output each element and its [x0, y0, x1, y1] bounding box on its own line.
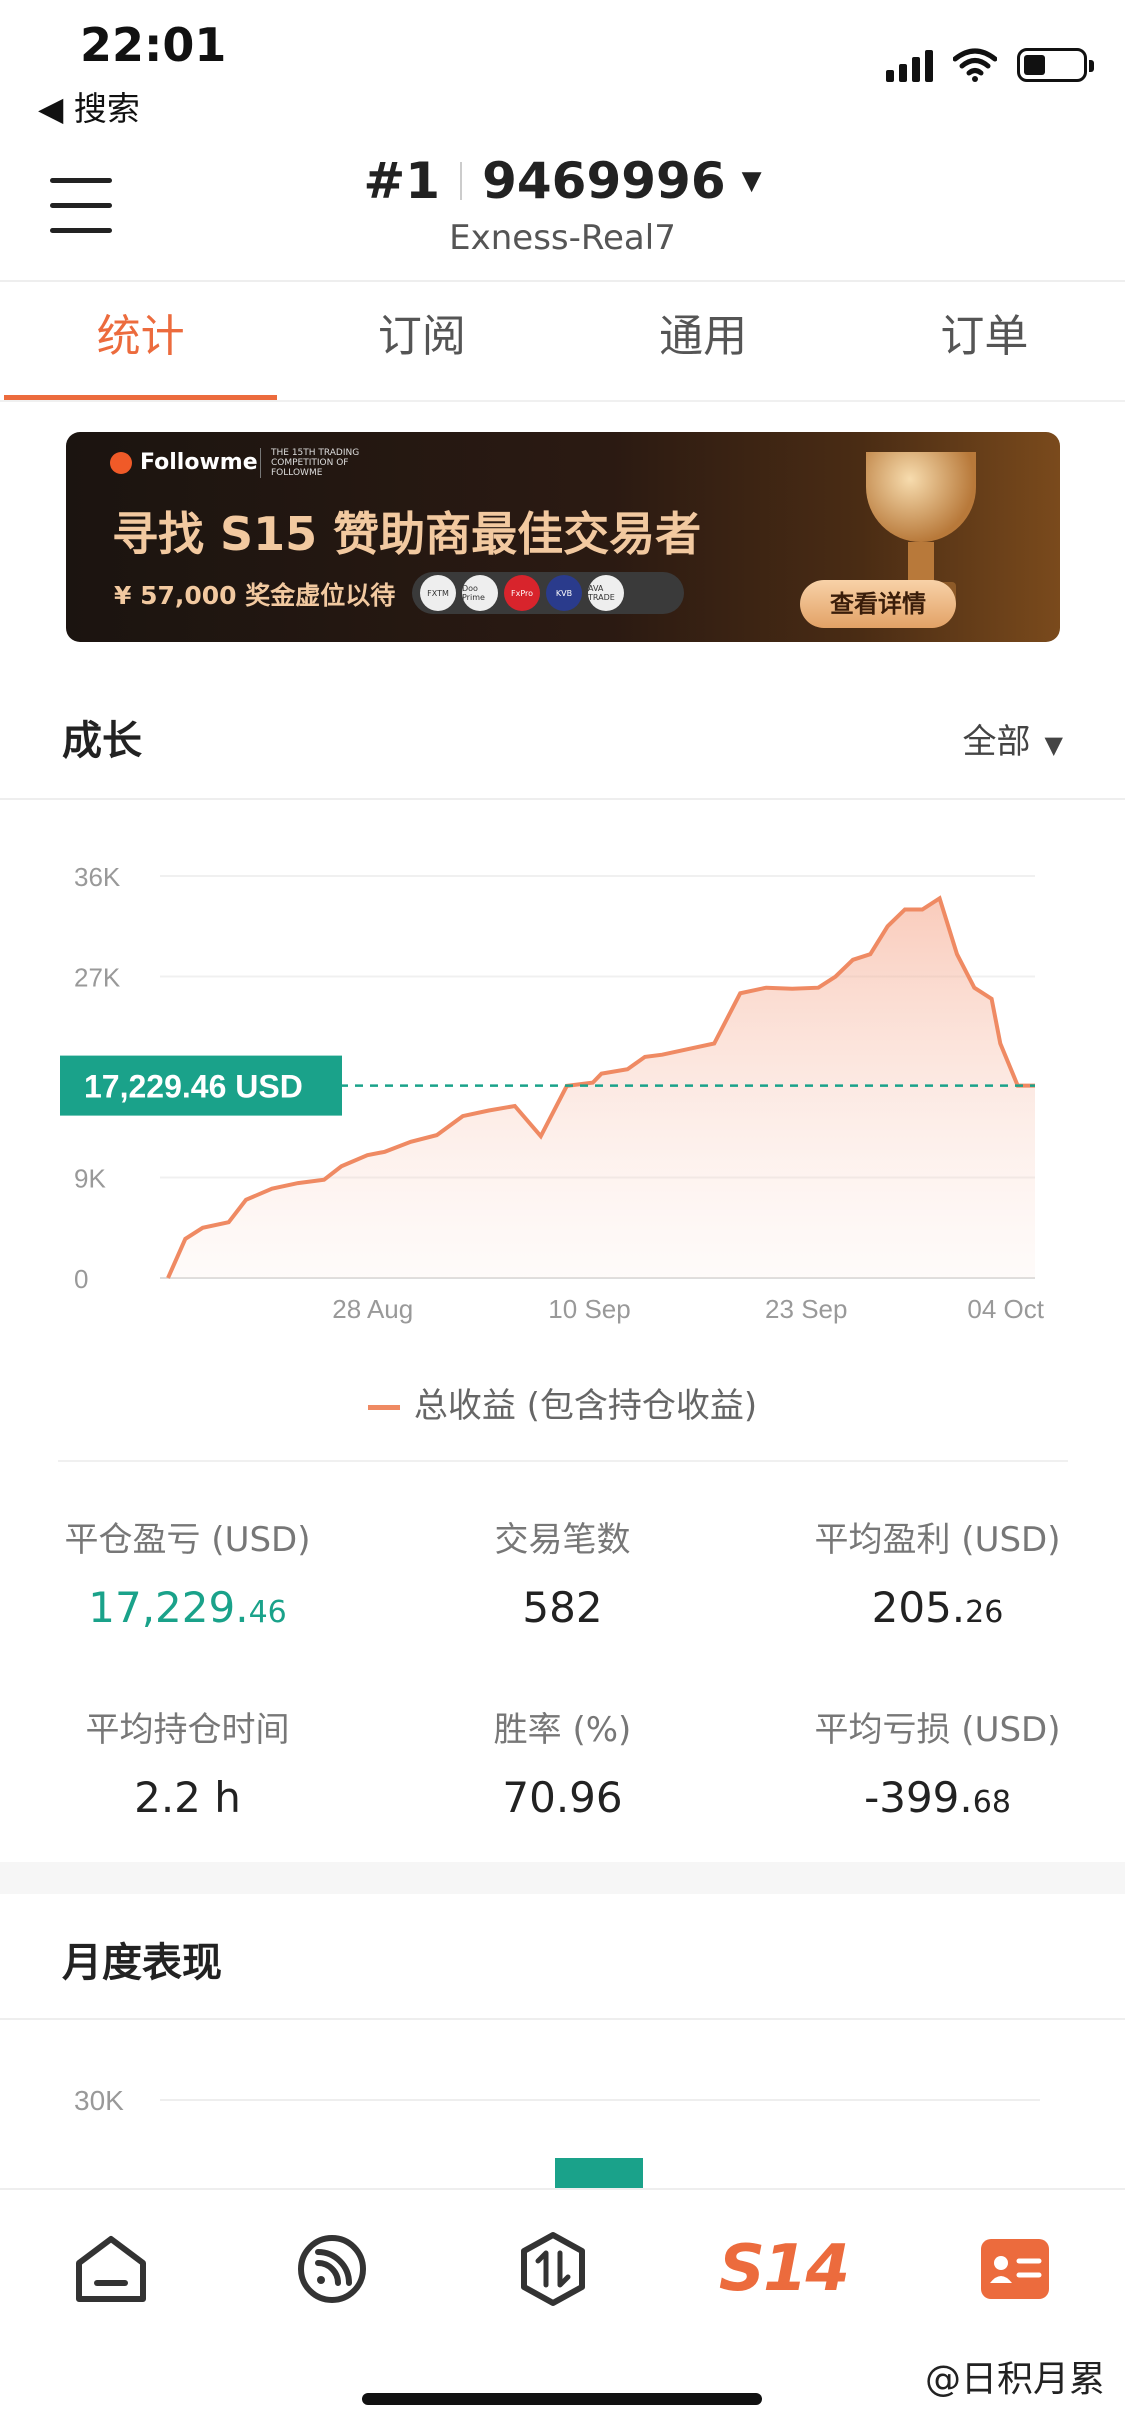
account-selector[interactable]: #1 9469996 ▼ Exness-Real7: [0, 152, 1125, 258]
stat-avg-loss: 平均亏损 (USD) -399.68: [814, 1710, 1061, 1822]
view-details-button[interactable]: 查看详情: [800, 580, 956, 628]
tab-orders[interactable]: 订单: [844, 282, 1125, 402]
stat-avg-hold-time: 平均持仓时间 2.2 h: [85, 1710, 290, 1822]
monthly-title: 月度表现: [62, 1940, 222, 1986]
sponsor-logos: FXTM Doo Prime FxPro KVB AVA TRADE: [412, 572, 684, 614]
monthly-chart: 30K: [74, 2085, 1040, 2190]
stat-avg-profit: 平均盈利 (USD) 205.26: [814, 1520, 1061, 1632]
followme-logo: Followme: [110, 450, 258, 475]
growth-title: 成长: [62, 718, 142, 764]
y-tick-label: 0: [74, 1264, 88, 1294]
monthly-bar[interactable]: [555, 2158, 643, 2190]
tab-bar: 统计 订阅 通用 订单: [0, 282, 1125, 402]
s14-competition-tab[interactable]: S14: [719, 2219, 850, 2319]
account-rank: #1: [363, 152, 441, 210]
y-tick-label: 36K: [74, 862, 121, 892]
x-tick-label: 10 Sep: [548, 1294, 630, 1324]
bottom-nav: S14: [0, 2188, 1125, 2348]
x-tick-label: 04 Oct: [967, 1294, 1044, 1324]
y-tick-label: 30K: [74, 2085, 124, 2116]
legend-label: 总收益 (包含持仓收益): [413, 1386, 758, 1426]
caret-down-icon: ▼: [741, 166, 762, 196]
sponsor-logo: Doo Prime: [462, 575, 498, 611]
home-indicator: [362, 2393, 762, 2405]
back-to-search-link[interactable]: ◀ 搜索: [38, 82, 140, 130]
sponsor-logo: FXTM: [420, 575, 456, 611]
sponsor-logo: FxPro: [504, 575, 540, 611]
wifi-icon: [953, 48, 997, 82]
status-icons: [886, 48, 1094, 82]
chart-legend[interactable]: 总收益 (包含持仓收益): [0, 1378, 1125, 1427]
tab-general[interactable]: 通用: [563, 282, 844, 402]
current-value-label: 17,229.46 USD: [84, 1069, 303, 1105]
stat-closed-pnl: 平仓盈亏 (USD) 17,229.46: [64, 1520, 311, 1632]
competition-badge: THE 15TH TRADING COMPETITION OF FOLLOWME: [260, 448, 380, 478]
y-tick-label: 27K: [74, 963, 121, 993]
watermark: @日积月累: [924, 2359, 1105, 2400]
x-tick-label: 28 Aug: [332, 1294, 413, 1324]
banner-title: 寻找 S15 赞助商最佳交易者: [112, 507, 702, 561]
legend-swatch: [367, 1405, 400, 1410]
caret-down-icon: ▼: [1044, 731, 1063, 759]
profile-card-icon[interactable]: [965, 2219, 1065, 2319]
stats-grid: 平仓盈亏 (USD) 17,229.46 交易笔数 582 平均盈利 (USD)…: [0, 1500, 1125, 1880]
battery-icon: [1017, 48, 1094, 82]
account-server: Exness-Real7: [449, 218, 676, 258]
tab-statistics[interactable]: 统计: [0, 282, 281, 402]
status-time: 22:01: [80, 18, 227, 72]
tab-subscribe[interactable]: 订阅: [281, 282, 562, 402]
sponsor-logo: AVA TRADE: [588, 575, 624, 611]
trade-icon[interactable]: [503, 2219, 603, 2319]
home-icon[interactable]: [61, 2219, 161, 2319]
y-tick-label: 9K: [74, 1164, 106, 1194]
stat-trade-count: 交易笔数 582: [494, 1520, 631, 1632]
banner-prize: ¥ 57,000 奖金虚位以待: [114, 581, 396, 610]
stat-win-rate: 胜率 (%) 70.96: [493, 1710, 632, 1822]
feed-icon[interactable]: [282, 2219, 382, 2319]
x-tick-label: 23 Sep: [765, 1294, 847, 1324]
sponsor-logo: KVB: [546, 575, 582, 611]
growth-chart: 0 9K 27K 36K 28 Aug 10 Sep 23 Sep 04 Oct 17,22…: [60, 862, 1045, 1324]
period-filter[interactable]: 全部 ▼: [963, 714, 1063, 763]
account-number: 9469996: [482, 152, 726, 210]
promo-banner[interactable]: Followme THE 15TH TRADING COMPETITION OF…: [66, 432, 1060, 642]
cellular-signal-icon: [886, 48, 933, 82]
